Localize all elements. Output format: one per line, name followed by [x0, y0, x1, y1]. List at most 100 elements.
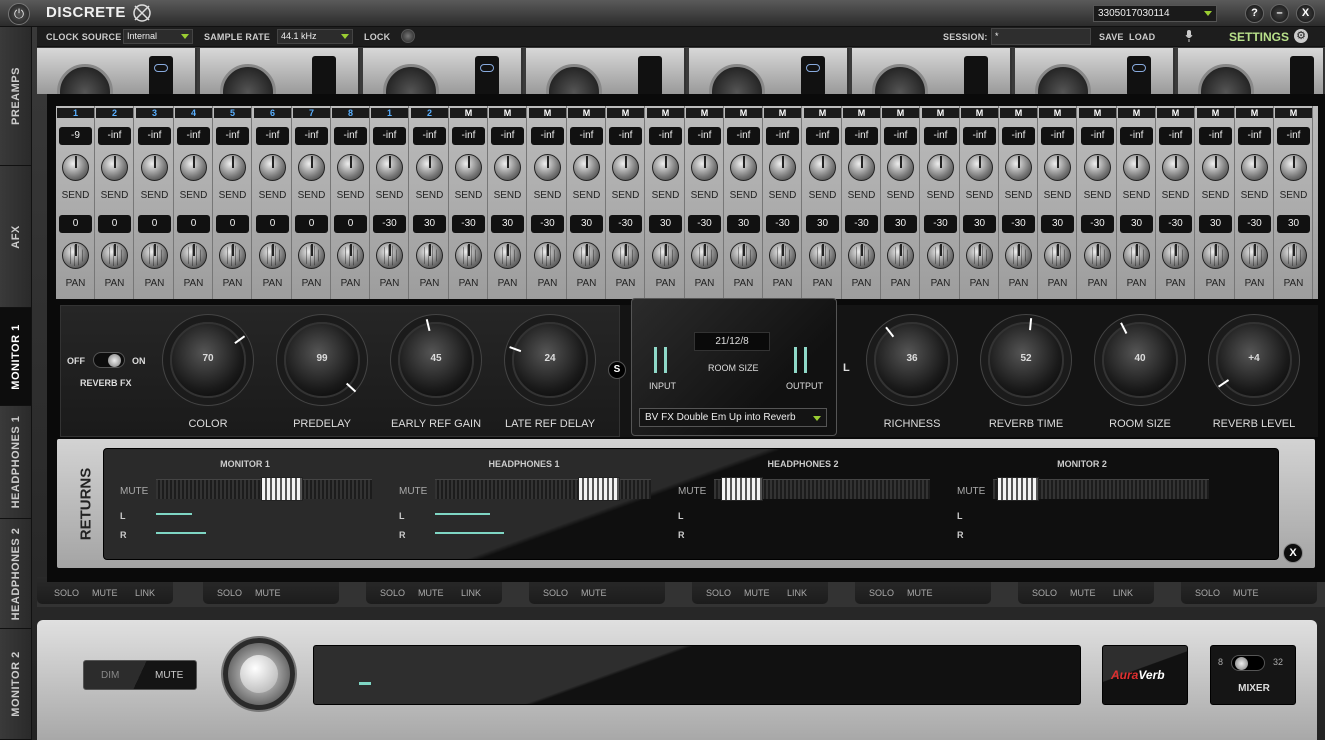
- mute-button[interactable]: MUTE: [1233, 588, 1259, 598]
- link-button[interactable]: LINK: [461, 588, 481, 598]
- return-mute-button[interactable]: MUTE: [399, 486, 427, 497]
- reverb-knob[interactable]: 36: [874, 322, 950, 398]
- pan-value[interactable]: -30: [1238, 215, 1271, 233]
- pan-knob[interactable]: [730, 242, 757, 269]
- pan-value[interactable]: 0: [138, 215, 171, 233]
- pan-value[interactable]: 0: [256, 215, 289, 233]
- pan-knob[interactable]: [416, 242, 443, 269]
- strip-knob[interactable]: [1035, 64, 1091, 94]
- send-knob[interactable]: [1162, 154, 1189, 181]
- pan-knob[interactable]: [691, 242, 718, 269]
- gear-icon[interactable]: ⚙: [1294, 29, 1308, 43]
- pan-value[interactable]: 0: [98, 215, 131, 233]
- mixer-size-toggle[interactable]: [1231, 655, 1265, 671]
- send-value[interactable]: -inf: [1238, 127, 1271, 145]
- send-knob[interactable]: [966, 154, 993, 181]
- reverb-fx-toggle[interactable]: [93, 352, 125, 368]
- send-knob[interactable]: [612, 154, 639, 181]
- send-knob[interactable]: [1280, 154, 1307, 181]
- pan-value[interactable]: 0: [295, 215, 328, 233]
- pan-value[interactable]: 30: [963, 215, 996, 233]
- send-knob[interactable]: [887, 154, 914, 181]
- send-value[interactable]: -inf: [570, 127, 603, 145]
- send-knob[interactable]: [1044, 154, 1071, 181]
- send-knob[interactable]: [101, 154, 128, 181]
- send-knob[interactable]: [376, 154, 403, 181]
- link-icon[interactable]: [806, 64, 820, 72]
- fader-handle[interactable]: [997, 477, 1039, 501]
- fader-handle[interactable]: [261, 477, 303, 501]
- pan-knob[interactable]: [1044, 242, 1071, 269]
- pan-knob[interactable]: [180, 242, 207, 269]
- pan-knob[interactable]: [62, 242, 89, 269]
- send-value[interactable]: -inf: [766, 127, 799, 145]
- returns-close-button[interactable]: X: [1283, 543, 1303, 563]
- pan-value[interactable]: -30: [924, 215, 957, 233]
- pan-knob[interactable]: [1123, 242, 1150, 269]
- send-knob[interactable]: [652, 154, 679, 181]
- pan-knob[interactable]: [1162, 242, 1189, 269]
- send-knob[interactable]: [1084, 154, 1111, 181]
- fader-handle[interactable]: [578, 477, 620, 501]
- solo-button[interactable]: SOLO: [54, 588, 79, 598]
- send-value[interactable]: -inf: [177, 127, 210, 145]
- pan-value[interactable]: 0: [177, 215, 210, 233]
- send-value[interactable]: -inf: [1081, 127, 1114, 145]
- dim-button[interactable]: DIM: [101, 670, 119, 681]
- settings-button[interactable]: SETTINGS: [1229, 30, 1289, 44]
- pan-knob[interactable]: [887, 242, 914, 269]
- pan-value[interactable]: 0: [216, 215, 249, 233]
- pan-knob[interactable]: [259, 242, 286, 269]
- mute-button[interactable]: MUTE: [1070, 588, 1096, 598]
- reverb-knob[interactable]: 24: [509, 322, 588, 398]
- send-knob[interactable]: [534, 154, 561, 181]
- pan-knob[interactable]: [219, 242, 246, 269]
- auraverb-button[interactable]: AuraVerb: [1102, 645, 1188, 705]
- clock-source-select[interactable]: Internal: [123, 29, 193, 44]
- solo-badge[interactable]: S: [608, 361, 626, 379]
- strip-knob[interactable]: [220, 64, 276, 94]
- pan-knob[interactable]: [848, 242, 875, 269]
- pan-value[interactable]: 30: [884, 215, 917, 233]
- solo-button[interactable]: SOLO: [1195, 588, 1220, 598]
- return-mute-button[interactable]: MUTE: [120, 486, 148, 497]
- pan-value[interactable]: 0: [59, 215, 92, 233]
- send-value[interactable]: -inf: [1002, 127, 1035, 145]
- tab-headphones-1[interactable]: HEADPHONES 1: [0, 406, 32, 519]
- link-button[interactable]: LINK: [787, 588, 807, 598]
- help-button[interactable]: ?: [1245, 4, 1264, 23]
- pan-knob[interactable]: [494, 242, 521, 269]
- send-value[interactable]: -inf: [1041, 127, 1074, 145]
- reverb-knob[interactable]: 99: [284, 322, 360, 398]
- pan-knob[interactable]: [141, 242, 168, 269]
- pan-value[interactable]: 30: [1120, 215, 1153, 233]
- pan-value[interactable]: 0: [334, 215, 367, 233]
- reverb-preset-select[interactable]: BV FX Double Em Up into Reverb: [639, 408, 827, 427]
- return-fader[interactable]: [993, 477, 1209, 501]
- send-knob[interactable]: [848, 154, 875, 181]
- pan-knob[interactable]: [337, 242, 364, 269]
- return-fader[interactable]: [435, 477, 651, 501]
- pan-value[interactable]: 30: [1041, 215, 1074, 233]
- session-input[interactable]: *: [991, 28, 1091, 45]
- pan-knob[interactable]: [1202, 242, 1229, 269]
- send-knob[interactable]: [1005, 154, 1032, 181]
- pan-knob[interactable]: [769, 242, 796, 269]
- pan-knob[interactable]: [573, 242, 600, 269]
- send-value[interactable]: -inf: [727, 127, 760, 145]
- mute-button[interactable]: MUTE: [418, 588, 444, 598]
- pan-value[interactable]: 30: [1199, 215, 1232, 233]
- send-knob[interactable]: [494, 154, 521, 181]
- pan-knob[interactable]: [1280, 242, 1307, 269]
- link-icon[interactable]: [480, 64, 494, 72]
- sample-rate-select[interactable]: 44.1 kHz: [277, 29, 353, 44]
- power-icon[interactable]: ⏻: [8, 3, 30, 25]
- send-value[interactable]: -inf: [295, 127, 328, 145]
- dim-mute-switch[interactable]: DIM MUTE: [83, 660, 197, 690]
- return-mute-button[interactable]: MUTE: [957, 486, 985, 497]
- send-value[interactable]: -inf: [924, 127, 957, 145]
- send-knob[interactable]: [691, 154, 718, 181]
- pan-value[interactable]: 30: [649, 215, 682, 233]
- mute-button[interactable]: MUTE: [907, 588, 933, 598]
- send-value[interactable]: -inf: [138, 127, 171, 145]
